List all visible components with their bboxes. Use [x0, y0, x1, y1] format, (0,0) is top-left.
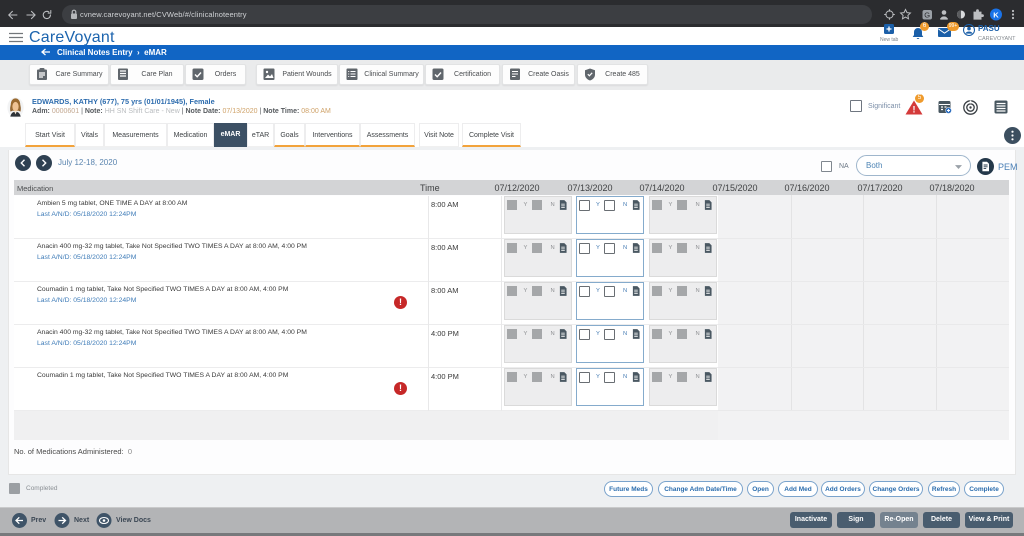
svg-text:!: !: [913, 105, 916, 115]
svg-text:K: K: [993, 10, 999, 19]
svg-text:G: G: [924, 11, 930, 20]
